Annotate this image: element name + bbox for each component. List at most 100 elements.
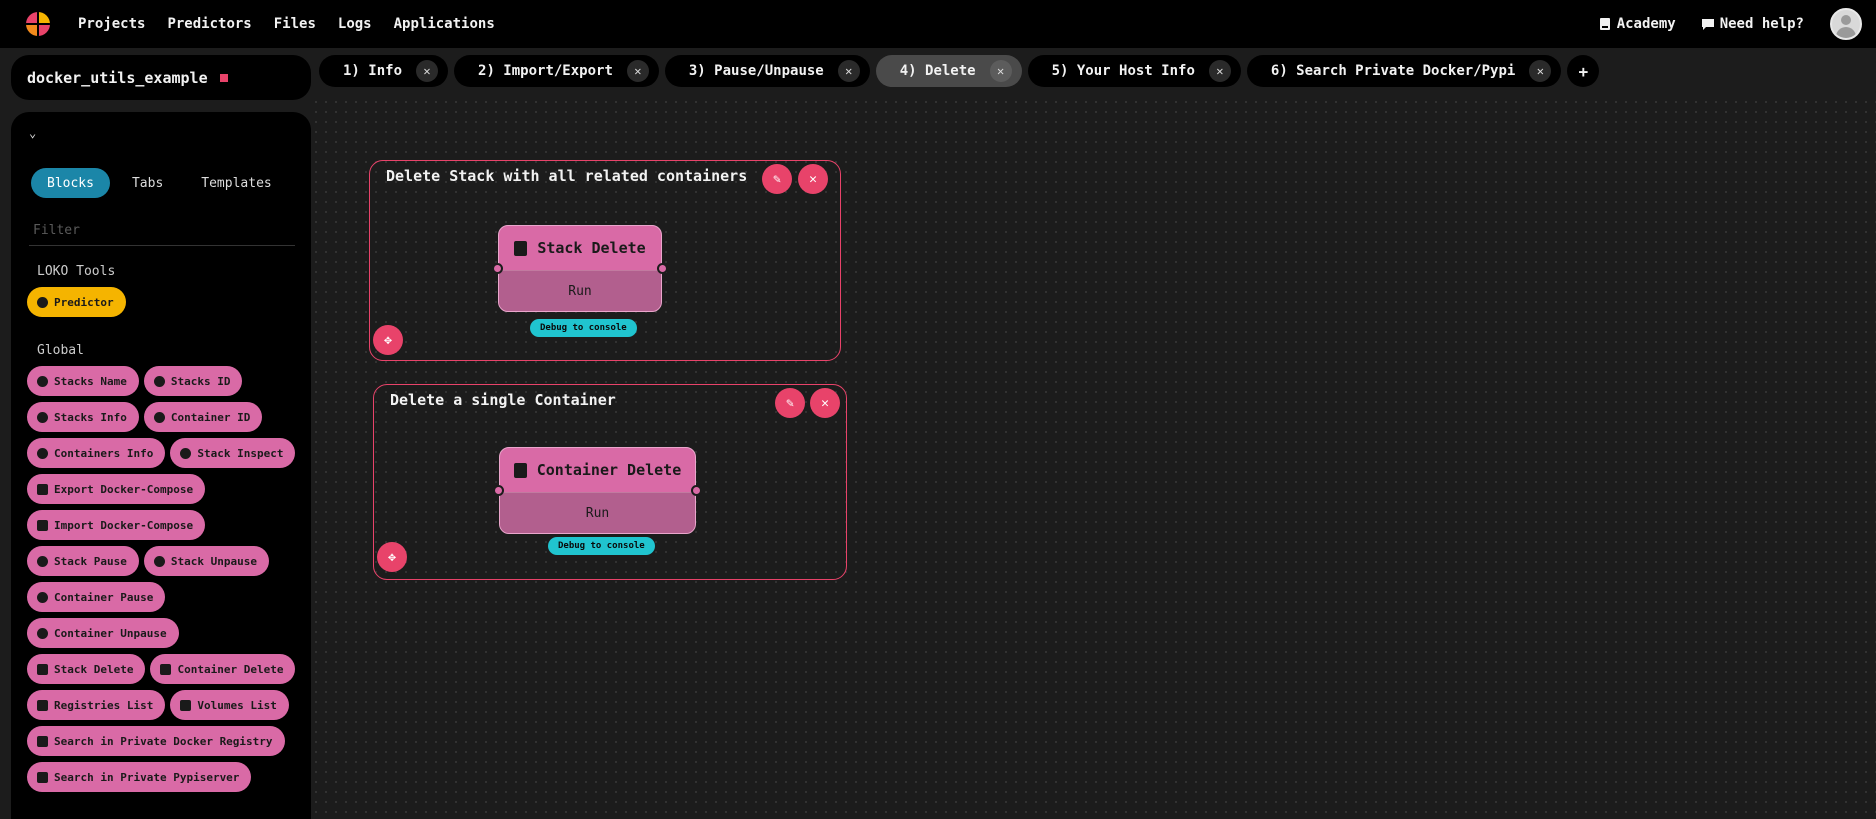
info-icon [153, 375, 165, 387]
chip-label: Container ID [170, 410, 251, 424]
book-icon [1599, 18, 1611, 30]
chip-label: Container Pause [54, 590, 154, 604]
block-stack-delete[interactable]: Stack Delete [27, 654, 146, 684]
nav-projects[interactable]: Projects [78, 16, 145, 32]
info-icon [37, 447, 48, 459]
nav-applications[interactable]: Applications [394, 16, 495, 32]
sidebar-tab-tabs[interactable]: Tabs [116, 168, 179, 198]
chip-label: Stacks Name [54, 374, 127, 388]
search-icon [37, 735, 48, 747]
tab-label: 4) Delete [899, 63, 976, 79]
debug-to-console-badge[interactable]: Debug to console [530, 319, 637, 337]
trash-icon [514, 240, 528, 256]
block-stacks-id[interactable]: Stacks ID [143, 366, 243, 396]
tab-host-info[interactable]: 5) Your Host Info ✕ [1027, 55, 1241, 87]
nav-logs[interactable]: Logs [338, 16, 372, 32]
nav-predictors[interactable]: Predictors [167, 16, 251, 32]
search-icon [37, 771, 48, 783]
info-icon [37, 375, 48, 387]
block-import-docker-compose[interactable]: Import Docker-Compose [27, 510, 206, 540]
move-icon[interactable]: ✥ [377, 542, 407, 572]
block-stacks-info[interactable]: Stacks Info [27, 402, 139, 432]
edit-icon[interactable]: ✎ [775, 388, 805, 418]
block-container-unpause[interactable]: Container Unpause [27, 618, 179, 648]
chat-icon [1701, 18, 1714, 30]
user-avatar[interactable] [1830, 8, 1862, 40]
output-port[interactable] [657, 262, 668, 274]
chip-label: Volumes List [197, 698, 277, 712]
tab-delete[interactable]: 4) Delete ✕ [875, 55, 1022, 87]
upload-icon [37, 483, 48, 495]
block-node-container-delete[interactable]: Container Delete Run [493, 447, 702, 534]
input-port[interactable] [493, 484, 504, 496]
flow-canvas[interactable]: Delete Stack with all related containers… [311, 97, 1876, 819]
global-heading: Global [37, 343, 84, 358]
filter-input[interactable]: Filter [29, 216, 295, 246]
chip-label: Predictor [54, 295, 114, 309]
block-node-stack-delete[interactable]: Stack Delete Run [492, 225, 668, 312]
pause-icon [37, 555, 48, 567]
warehouse-icon [37, 699, 48, 711]
block-registries-list[interactable]: Registries List [27, 690, 166, 720]
download-icon [37, 519, 48, 531]
run-button[interactable]: Run [500, 492, 695, 533]
add-tab-button[interactable]: + [1567, 55, 1600, 87]
chip-label: Containers Info [54, 446, 154, 460]
close-icon[interactable]: ✕ [837, 60, 860, 82]
nav-files[interactable]: Files [274, 16, 316, 32]
close-icon[interactable]: ✕ [810, 388, 840, 418]
block-stack-inspect[interactable]: Stack Inspect [170, 438, 296, 468]
input-port[interactable] [492, 262, 503, 274]
block-stack-pause[interactable]: Stack Pause [27, 546, 139, 576]
move-icon[interactable]: ✥ [373, 325, 403, 355]
block-title: Container Delete [536, 461, 682, 480]
sidebar-tab-templates[interactable]: Templates [185, 168, 287, 198]
close-icon[interactable]: ✕ [989, 60, 1012, 82]
chip-label: Stacks Info [54, 410, 127, 424]
block-stack-unpause[interactable]: Stack Unpause [143, 546, 269, 576]
tab-import-export[interactable]: 2) Import/Export ✕ [454, 55, 659, 87]
block-container-delete[interactable]: Container Delete [150, 654, 296, 684]
block-search-private-docker[interactable]: Search in Private Docker Registry [27, 726, 285, 756]
edit-icon[interactable]: ✎ [762, 164, 792, 194]
group-delete-stack[interactable]: Delete Stack with all related containers… [369, 160, 841, 361]
tab-label: 1) Info [343, 63, 403, 79]
info-icon [153, 411, 165, 423]
output-port[interactable] [691, 484, 702, 496]
academy-link[interactable]: Academy [1599, 16, 1676, 32]
tab-label: 3) Pause/Unpause [688, 63, 824, 79]
block-volumes-list[interactable]: Volumes List [170, 690, 289, 720]
close-icon[interactable]: ✕ [1208, 60, 1231, 82]
tab-info[interactable]: 1) Info ✕ [319, 55, 449, 87]
run-button[interactable]: Run [499, 270, 661, 311]
info-icon [37, 411, 48, 423]
loko-tools-heading: LOKO Tools [37, 264, 116, 279]
block-container-id[interactable]: Container ID [143, 402, 263, 432]
group-title: Delete Stack with all related containers [386, 167, 748, 185]
block-stacks-name[interactable]: Stacks Name [27, 366, 139, 396]
tab-label: 5) Your Host Info [1051, 63, 1195, 79]
block-export-docker-compose[interactable]: Export Docker-Compose [27, 474, 206, 504]
tab-pause-unpause[interactable]: 3) Pause/Unpause ✕ [664, 55, 870, 87]
top-navbar: Projects Predictors Files Logs Applicati… [0, 0, 1876, 48]
loko-logo[interactable] [26, 12, 50, 36]
unsaved-indicator [219, 73, 228, 82]
tab-search-private[interactable]: 6) Search Private Docker/Pypi ✕ [1246, 55, 1562, 87]
group-delete-container[interactable]: Delete a single Container ✎ ✕ ✥ Containe… [373, 384, 847, 580]
block-container-pause[interactable]: Container Pause [27, 582, 166, 612]
close-icon[interactable]: ✕ [798, 164, 828, 194]
project-title-box: docker_utils_example [11, 55, 311, 100]
close-icon[interactable]: ✕ [416, 60, 439, 82]
pause-icon [37, 591, 48, 603]
debug-to-console-badge[interactable]: Debug to console [548, 537, 655, 555]
tab-label: 2) Import/Export [478, 63, 613, 79]
close-icon[interactable]: ✕ [626, 60, 649, 82]
block-containers-info[interactable]: Containers Info [27, 438, 166, 468]
block-search-private-pypi[interactable]: Search in Private Pypiserver [27, 762, 252, 792]
block-predictor[interactable]: Predictor [27, 287, 126, 317]
chevron-down-icon[interactable]: ⌄ [29, 126, 36, 140]
close-icon[interactable]: ✕ [1529, 60, 1552, 82]
chip-label: Stack Inspect [197, 446, 284, 460]
sidebar-tab-blocks[interactable]: Blocks [31, 168, 110, 198]
help-link[interactable]: Need help? [1701, 16, 1804, 32]
